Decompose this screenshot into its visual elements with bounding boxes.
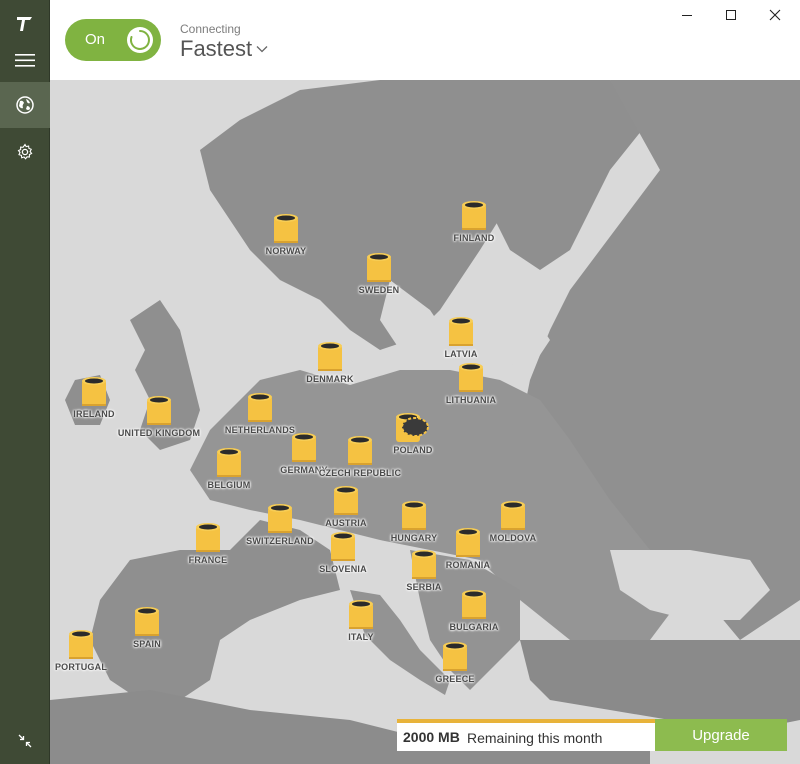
country-marker-belgium[interactable]: BELGIUM xyxy=(174,447,284,490)
country-marker-lithuania[interactable]: LITHUANIA xyxy=(416,362,526,405)
country-marker-finland[interactable]: FINLAND xyxy=(419,200,529,243)
country-marker-czech-republic[interactable]: CZECH REPUBLIC xyxy=(305,435,415,478)
country-marker-serbia[interactable]: SERBIA xyxy=(369,549,479,592)
collapse-icon[interactable] xyxy=(0,718,50,764)
country-label-czech-republic: CZECH REPUBLIC xyxy=(318,468,402,478)
close-button[interactable] xyxy=(760,4,790,26)
country-label-finland: FINLAND xyxy=(453,233,495,243)
location-selector[interactable]: Fastest xyxy=(180,36,268,62)
connecting-spinner-icon xyxy=(127,27,153,53)
country-marker-italy[interactable]: ITALY xyxy=(306,599,416,642)
location-label: Fastest xyxy=(180,36,253,61)
country-label-united-kingdom: UNITED KINGDOM xyxy=(117,428,201,438)
connection-status: Connecting xyxy=(180,22,241,36)
country-label-france: FRANCE xyxy=(188,555,228,565)
chevron-down-icon xyxy=(256,46,268,53)
globe-icon[interactable] xyxy=(0,82,50,128)
country-label-belgium: BELGIUM xyxy=(207,480,251,490)
data-remaining-text: Remaining this month xyxy=(467,730,603,746)
world-map[interactable]: NORWAY SWEDEN FINLAND DENMARK LATVIA LIT… xyxy=(50,80,800,764)
country-marker-netherlands[interactable]: NETHERLANDS xyxy=(205,392,315,435)
country-marker-portugal[interactable]: PORTUGAL xyxy=(50,629,136,672)
country-label-denmark: DENMARK xyxy=(306,374,354,384)
country-label-latvia: LATVIA xyxy=(444,349,478,359)
country-marker-bulgaria[interactable]: BULGARIA xyxy=(419,589,529,632)
vpn-toggle[interactable]: On xyxy=(65,19,161,61)
data-remaining-panel: 2000 MB Remaining this month xyxy=(397,719,655,751)
country-label-portugal: PORTUGAL xyxy=(54,662,108,672)
country-label-greece: GREECE xyxy=(435,674,475,684)
country-label-lithuania: LITHUANIA xyxy=(445,395,497,405)
minimize-button[interactable] xyxy=(672,4,702,26)
country-marker-norway[interactable]: NORWAY xyxy=(231,213,341,256)
country-marker-sweden[interactable]: SWEDEN xyxy=(324,252,434,295)
maximize-button[interactable] xyxy=(716,4,746,26)
country-marker-denmark[interactable]: DENMARK xyxy=(275,341,385,384)
country-marker-latvia[interactable]: LATVIA xyxy=(406,316,516,359)
menu-icon[interactable] xyxy=(0,37,50,83)
toggle-label: On xyxy=(85,31,106,48)
country-marker-france[interactable]: FRANCE xyxy=(153,522,263,565)
country-label-bulgaria: BULGARIA xyxy=(449,622,499,632)
header: On Connecting Fastest xyxy=(50,0,800,80)
country-marker-greece[interactable]: GREECE xyxy=(400,641,510,684)
upgrade-button[interactable]: Upgrade xyxy=(655,719,787,751)
country-marker-united-kingdom[interactable]: UNITED KINGDOM xyxy=(104,395,214,438)
sidebar xyxy=(0,0,50,764)
gear-icon[interactable] xyxy=(0,129,50,175)
country-label-sweden: SWEDEN xyxy=(358,285,400,295)
data-amount: 2000 MB xyxy=(403,729,460,745)
